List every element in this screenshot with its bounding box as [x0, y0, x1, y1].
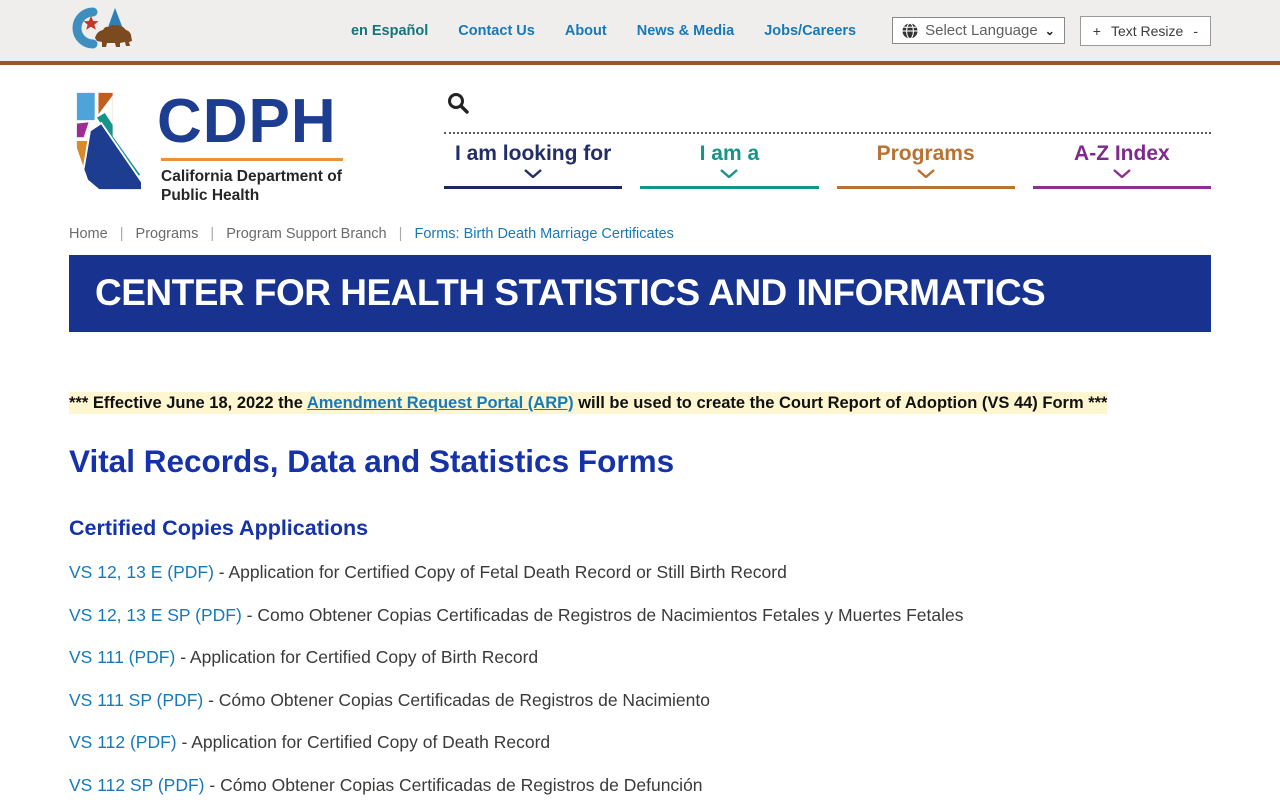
- section-heading-certified-copies: Certified Copies Applications: [69, 515, 369, 540]
- text-resize-label: Text Resize: [1110, 22, 1184, 39]
- breadcrumb-home[interactable]: Home: [69, 226, 108, 242]
- nav-label: I am a: [699, 142, 760, 165]
- text-resize-decrease-button[interactable]: -: [1193, 23, 1198, 39]
- search-icon: [448, 93, 469, 114]
- form-link-row: VS 111 (PDF) - Application for Certified…: [69, 647, 1211, 668]
- notice-text-suffix: will be used to create the Court Report …: [573, 393, 1108, 412]
- vs-111-pdf-link[interactable]: VS 111 (PDF): [69, 647, 175, 667]
- banner-title: CENTER FOR HEALTH STATISTICS AND INFORMA…: [95, 272, 1046, 314]
- form-description: - Application for Certified Copy of Feta…: [213, 562, 787, 583]
- ca-gov-logo[interactable]: [69, 4, 133, 57]
- form-link-row: VS 111 SP (PDF) - Cómo Obtener Copias Ce…: [69, 690, 1211, 711]
- nav-i-am-looking-for[interactable]: I am looking for: [444, 142, 623, 189]
- chevron-down-icon: ⌄: [1044, 23, 1055, 38]
- form-description: - Cómo Obtener Copias Certificadas de Re…: [203, 689, 710, 710]
- logo-underline: [161, 158, 343, 162]
- cdph-acronym: CDPH: [157, 87, 337, 156]
- primary-nav-row: I am looking for I am a Programs A-Z Ind…: [444, 132, 1211, 189]
- top-utility-bar: en Español Contact Us About News & Media…: [0, 0, 1280, 65]
- notice-text-prefix: *** Effective June 18, 2022 the: [69, 393, 307, 412]
- breadcrumb-separator: |: [210, 225, 215, 242]
- center-banner: CENTER FOR HEALTH STATISTICS AND INFORMA…: [69, 254, 1211, 332]
- language-selector[interactable]: Select Language ⌄: [892, 17, 1065, 44]
- link-jobs-careers[interactable]: Jobs/Careers: [764, 23, 856, 39]
- link-en-espanol[interactable]: en Español: [351, 23, 428, 39]
- chevron-down-icon: [916, 169, 935, 178]
- vs-12-13-e-pdf-link[interactable]: VS 12, 13 E (PDF): [69, 562, 214, 582]
- logo-caption-line1: California Department of: [161, 168, 342, 186]
- logo-caption-line2: Public Health: [161, 186, 260, 204]
- california-state-icon: [76, 92, 142, 190]
- breadcrumb-separator: |: [398, 225, 403, 242]
- link-about[interactable]: About: [565, 23, 607, 39]
- cdph-logo-text: CDPH California Department of Public Hea…: [157, 89, 343, 206]
- page-title: Vital Records, Data and Statistics Forms: [69, 442, 675, 479]
- form-description: - Cómo Obtener Copias Certificadas de Re…: [204, 774, 703, 795]
- chevron-down-icon: [1113, 169, 1131, 178]
- breadcrumb: Home | Programs | Program Support Branch…: [69, 226, 1211, 242]
- vs-112-pdf-link[interactable]: VS 112 (PDF): [69, 732, 177, 752]
- language-selector-label: Select Language: [925, 22, 1038, 39]
- globe-icon: [902, 22, 918, 39]
- form-description: - Application for Certified Copy of Deat…: [176, 732, 551, 753]
- nav-programs[interactable]: Programs: [836, 142, 1015, 189]
- site-header: CDPH California Department of Public Hea…: [69, 65, 1211, 206]
- text-resize-widget: + Text Resize -: [1079, 15, 1211, 46]
- breadcrumb-separator: |: [119, 225, 124, 242]
- text-resize-increase-button[interactable]: +: [1093, 23, 1101, 39]
- form-description: - Como Obtener Copias Certificadas de Re…: [241, 604, 964, 625]
- amendment-request-portal-link[interactable]: Amendment Request Portal (ARP): [307, 394, 574, 412]
- link-contact-us[interactable]: Contact Us: [458, 23, 535, 39]
- form-description: - Application for Certified Copy of Birt…: [175, 647, 539, 668]
- cdph-logo[interactable]: CDPH California Department of Public Hea…: [69, 89, 444, 206]
- search-button[interactable]: [446, 91, 470, 118]
- chevron-down-icon: [524, 169, 542, 178]
- breadcrumb-programs[interactable]: Programs: [136, 226, 199, 242]
- primary-nav: I am looking for I am a Programs A-Z Ind…: [444, 89, 1211, 206]
- form-link-row: VS 12, 13 E SP (PDF) - Como Obtener Copi…: [69, 605, 1211, 626]
- form-link-row: VS 12, 13 E (PDF) - Application for Cert…: [69, 562, 1211, 583]
- link-news-media[interactable]: News & Media: [637, 23, 735, 39]
- form-link-row: VS 112 (PDF) - Application for Certified…: [69, 732, 1211, 753]
- form-link-row: VS 112 SP (PDF) - Cómo Obtener Copias Ce…: [69, 775, 1211, 796]
- vs-12-13-e-sp-pdf-link[interactable]: VS 12, 13 E SP (PDF): [69, 605, 242, 625]
- nav-label: I am looking for: [454, 142, 612, 165]
- main-content: *** Effective June 18, 2022 the Amendmen…: [69, 391, 1211, 800]
- effective-date-notice: *** Effective June 18, 2022 the Amendmen…: [69, 391, 1211, 416]
- ca-gov-logo-icon: [72, 7, 132, 49]
- nav-a-z-index[interactable]: A-Z Index: [1032, 142, 1211, 189]
- nav-i-am-a[interactable]: I am a: [640, 142, 819, 189]
- vs-111-sp-pdf-link[interactable]: VS 111 SP (PDF): [69, 690, 203, 710]
- nav-label: Programs: [876, 142, 975, 165]
- topbar-links: en Español Contact Us About News & Media…: [351, 23, 856, 39]
- breadcrumb-current-page[interactable]: Forms: Birth Death Marriage Certificates: [414, 226, 673, 242]
- vs-112-sp-pdf-link[interactable]: VS 112 SP (PDF): [69, 775, 205, 795]
- chevron-down-icon: [720, 169, 739, 178]
- breadcrumb-program-support-branch[interactable]: Program Support Branch: [226, 226, 386, 242]
- nav-label: A-Z Index: [1074, 142, 1170, 165]
